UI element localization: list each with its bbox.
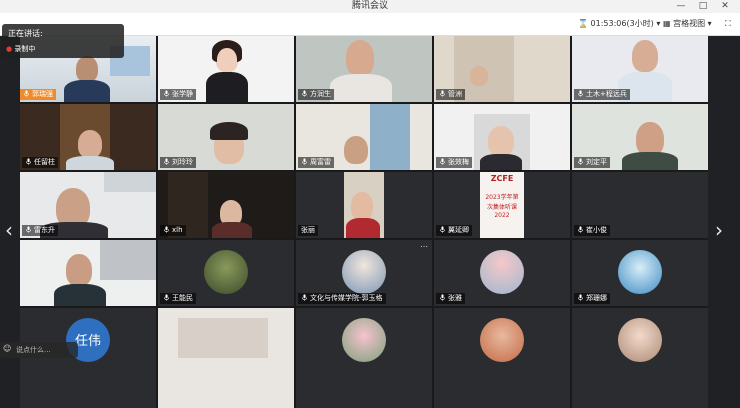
chat-input[interactable]: ☺ 说点什么... xyxy=(0,342,78,358)
participant-label: 张丽 xyxy=(298,225,318,236)
participant-label: 郑珊娜 xyxy=(574,293,610,304)
participant-label: 张学静 xyxy=(160,89,196,100)
recording-status: ● 录制中 xyxy=(6,45,36,53)
microphone-icon xyxy=(301,158,308,165)
microphone-icon xyxy=(163,158,170,165)
participant-label: 张雅 xyxy=(436,293,465,304)
video-tile[interactable]: 雷东升 xyxy=(20,172,156,238)
microphone-icon xyxy=(25,226,32,233)
microphone-icon xyxy=(577,294,584,301)
zcfe-year-text: 2023学年第 xyxy=(485,194,519,201)
grid-icon: ▦ xyxy=(663,19,671,28)
video-tile[interactable]: ⋯ 文化与传媒学院-郭玉格 xyxy=(296,240,432,306)
participant-label: 管洲 xyxy=(436,89,465,100)
chat-placeholder: 说点什么... xyxy=(16,346,51,354)
maximize-button[interactable]: □ xyxy=(694,0,712,13)
microphone-icon xyxy=(439,158,446,165)
participant-label: 王能民 xyxy=(160,293,196,304)
video-grid: 郭瑞强 张学静 方润生 管洲 土木+程远兵 任留柱 刘玲玲 周富雷 张效梅 刘定… xyxy=(20,36,708,408)
zcfe-sub-text: 次集体听课 xyxy=(486,204,517,211)
participant-label: 翼延卿 xyxy=(436,225,472,236)
video-tile[interactable]: 周富雷 xyxy=(296,104,432,170)
participant-label: 方润生 xyxy=(298,89,334,100)
participant-label: xlh xyxy=(160,225,186,236)
video-tile[interactable]: 张效梅 xyxy=(434,104,570,170)
prev-page-button[interactable]: ‹ xyxy=(2,215,16,245)
view-switch-button[interactable]: ▦ 宫格视图 ▾ xyxy=(663,13,712,35)
zcfe-logo: ZCFE xyxy=(490,174,514,183)
user-icon xyxy=(23,90,30,97)
record-dot-icon: ● xyxy=(6,45,13,53)
microphone-icon xyxy=(439,294,446,301)
video-tile[interactable]: 任伟 xyxy=(20,308,156,408)
chevron-down-icon[interactable]: ▾ xyxy=(656,19,660,28)
participant-label: 刘定平 xyxy=(574,157,610,168)
microphone-icon xyxy=(25,158,32,165)
view-label: 宫格视图 xyxy=(673,19,706,28)
emoji-icon[interactable]: ☺ xyxy=(3,344,11,353)
participant-label: 刘玲玲 xyxy=(160,157,196,168)
video-tile[interactable] xyxy=(20,240,156,306)
microphone-icon xyxy=(577,226,584,233)
participant-label: 任留柱 xyxy=(22,157,58,168)
meeting-time: 01:53:06(3小时) xyxy=(590,19,654,28)
chevron-down-icon: ▾ xyxy=(707,19,712,28)
zcfe-date: 2022 xyxy=(494,212,510,219)
speaking-indicator: 正在讲话: ● 录制中 xyxy=(2,24,124,58)
video-tile[interactable]: 张学静 xyxy=(158,36,294,102)
video-tile[interactable] xyxy=(158,308,294,408)
minimize-button[interactable]: — xyxy=(672,0,690,13)
hourglass-icon: ⌛ xyxy=(578,19,588,28)
microphone-icon xyxy=(301,90,308,97)
video-tile[interactable]: 任留柱 xyxy=(20,104,156,170)
microphone-icon xyxy=(439,226,446,233)
video-tile[interactable]: ZCFE 2023学年第 次集体听课 2022 翼延卿 xyxy=(434,172,570,238)
participant-label: 土木+程远兵 xyxy=(574,89,630,100)
participant-label: 郭瑞强 xyxy=(20,89,56,100)
microphone-icon xyxy=(301,294,308,301)
speaking-label: 正在讲话: xyxy=(8,29,43,38)
participant-label: 张效梅 xyxy=(436,157,472,168)
participant-label: 文化与传媒学院-郭玉格 xyxy=(298,293,386,304)
video-tile[interactable]: xlh xyxy=(158,172,294,238)
video-tile[interactable]: 方润生 xyxy=(296,36,432,102)
fullscreen-icon[interactable]: ⛶ xyxy=(725,13,731,35)
microphone-icon xyxy=(163,90,170,97)
participant-label: 周富雷 xyxy=(298,157,334,168)
microphone-icon xyxy=(577,158,584,165)
participant-label: 雷东升 xyxy=(22,225,58,236)
timer-display: ⌛ 01:53:06(3小时) ▾ xyxy=(578,13,660,35)
video-tile[interactable]: 郑珊娜 xyxy=(572,240,708,306)
video-tile[interactable]: 王能民 xyxy=(158,240,294,306)
participant-label: 崔小俊 xyxy=(574,225,610,236)
microphone-icon xyxy=(163,226,170,233)
microphone-icon xyxy=(163,294,170,301)
video-tile[interactable]: 刘定平 xyxy=(572,104,708,170)
video-tile[interactable]: 刘玲玲 xyxy=(158,104,294,170)
close-button[interactable]: ✕ xyxy=(716,0,734,13)
title-bar: 腾讯会议 — □ ✕ xyxy=(0,0,740,13)
video-tile[interactable]: 张丽 xyxy=(296,172,432,238)
video-tile[interactable] xyxy=(572,308,708,408)
video-tile[interactable] xyxy=(296,308,432,408)
microphone-icon xyxy=(577,90,584,97)
video-tile[interactable]: 张雅 xyxy=(434,240,570,306)
video-tile[interactable]: 崔小俊 xyxy=(572,172,708,238)
window-title: 腾讯会议 xyxy=(351,1,388,11)
next-page-button[interactable]: › xyxy=(712,215,726,245)
video-tile[interactable]: 土木+程远兵 xyxy=(572,36,708,102)
microphone-icon xyxy=(439,90,446,97)
video-tile[interactable] xyxy=(434,308,570,408)
more-icon[interactable]: ⋯ xyxy=(420,242,428,251)
video-tile[interactable]: 管洲 xyxy=(434,36,570,102)
